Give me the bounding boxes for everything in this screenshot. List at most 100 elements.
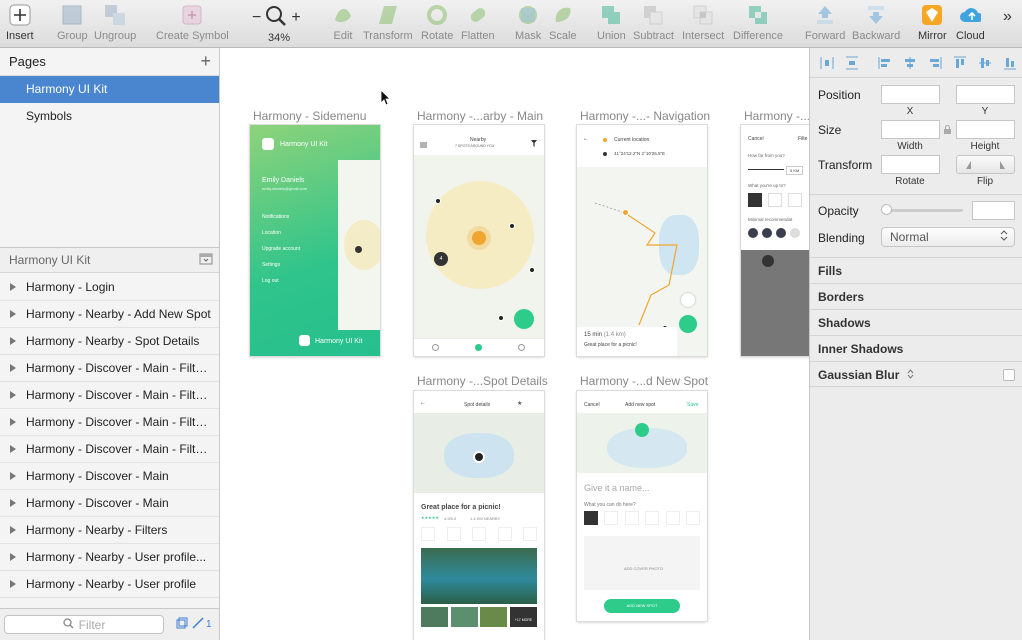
menu-item[interactable]: Upgrade account bbox=[262, 246, 300, 252]
artboard-title[interactable]: Harmony -...arby - Main bbox=[417, 109, 543, 123]
disclosure-triangle-icon[interactable] bbox=[0, 553, 26, 561]
cloud-button[interactable]: Cloud bbox=[956, 4, 985, 46]
align-bottom-icon[interactable] bbox=[999, 54, 1021, 72]
run-icon[interactable] bbox=[645, 511, 660, 525]
align-left-icon[interactable] bbox=[874, 54, 896, 72]
disclosure-triangle-icon[interactable] bbox=[0, 418, 26, 426]
mask-button[interactable]: Mask bbox=[515, 4, 541, 46]
bike-icon[interactable] bbox=[604, 511, 619, 525]
user-icon[interactable] bbox=[518, 344, 525, 351]
cancel-button[interactable]: Cancel bbox=[748, 136, 764, 142]
collapse-icon[interactable] bbox=[199, 253, 213, 268]
hike-icon[interactable] bbox=[624, 511, 639, 525]
flip-horizontal-icon[interactable] bbox=[966, 160, 976, 169]
x-input[interactable] bbox=[881, 85, 940, 104]
insert-button[interactable]: Insert bbox=[6, 4, 34, 46]
rating-dot[interactable] bbox=[748, 228, 758, 238]
layer-item[interactable]: Harmony - Discover - Main - Filte... bbox=[0, 382, 219, 409]
back-arrow-icon[interactable]: ← bbox=[420, 400, 426, 406]
slice-icon[interactable] bbox=[192, 617, 204, 632]
transform-button[interactable]: Transform bbox=[363, 4, 413, 46]
align-right-icon[interactable] bbox=[924, 54, 946, 72]
layer-item[interactable]: Harmony - Login bbox=[0, 274, 219, 301]
disclosure-triangle-icon[interactable] bbox=[0, 283, 26, 291]
distribute-vertical-icon[interactable] bbox=[841, 54, 863, 72]
artboard-title[interactable]: Harmony -... bbox=[744, 109, 809, 123]
disclosure-triangle-icon[interactable] bbox=[0, 364, 26, 372]
layer-item[interactable]: Harmony - Discover - Main bbox=[0, 463, 219, 490]
shadows-section[interactable]: Shadows bbox=[810, 309, 1022, 335]
page-item-harmony-ui-kit[interactable]: Harmony UI Kit bbox=[0, 76, 219, 103]
thumbnail-photo[interactable] bbox=[451, 607, 478, 627]
layer-item[interactable]: Harmony - Discover - Main bbox=[0, 490, 219, 517]
disclosure-triangle-icon[interactable] bbox=[0, 499, 26, 507]
create-symbol-button[interactable]: Create Symbol bbox=[156, 4, 229, 46]
flip-control[interactable] bbox=[956, 155, 1015, 174]
map-marker[interactable] bbox=[435, 198, 441, 204]
nearby-tab-icon[interactable] bbox=[475, 344, 482, 351]
borders-section[interactable]: Borders bbox=[810, 283, 1022, 309]
filter-input[interactable]: Filter bbox=[4, 615, 164, 634]
zoom-out-button[interactable]: − bbox=[252, 9, 261, 27]
artboard-navigation[interactable]: ← Current location 41°24'12.2"N 2°10'26.… bbox=[577, 125, 707, 356]
filter-icon[interactable] bbox=[531, 136, 537, 150]
spot-name-input[interactable]: Give it a name... bbox=[584, 483, 650, 493]
map-marker[interactable] bbox=[509, 223, 515, 229]
fab-location-icon[interactable] bbox=[514, 309, 534, 329]
activity-chip[interactable] bbox=[788, 193, 802, 207]
menu-item[interactable]: Settings bbox=[262, 262, 280, 268]
blending-select[interactable]: Normal bbox=[881, 227, 1015, 247]
compass-icon[interactable] bbox=[432, 344, 439, 351]
align-center-icon[interactable] bbox=[899, 54, 921, 72]
distribute-horizontal-icon[interactable] bbox=[816, 54, 838, 72]
car-icon[interactable] bbox=[665, 511, 680, 525]
disclosure-triangle-icon[interactable] bbox=[0, 337, 26, 345]
add-new-spot-button[interactable]: ADD NEW SPOT bbox=[604, 599, 680, 613]
align-top-icon[interactable] bbox=[949, 54, 971, 72]
layer-item[interactable]: Harmony - Nearby - User profile... bbox=[0, 544, 219, 571]
artboard-filters[interactable]: Cancel Filte How far from you? 5 KM What… bbox=[741, 125, 809, 356]
artboard-title[interactable]: Harmony -...d New Spot bbox=[580, 374, 708, 388]
artboard-nearby-main[interactable]: Nearby 7 SPOTS AROUND YOU 4 bbox=[414, 125, 544, 356]
zoom-in-button[interactable]: + bbox=[291, 9, 300, 27]
disclosure-triangle-icon[interactable] bbox=[0, 580, 26, 588]
activity-chip[interactable] bbox=[748, 193, 762, 207]
cover-photo[interactable] bbox=[421, 548, 537, 604]
rating-dot[interactable] bbox=[762, 228, 772, 238]
ungroup-button[interactable]: Ungroup bbox=[94, 4, 136, 46]
disclosure-triangle-icon[interactable] bbox=[0, 310, 26, 318]
flip-vertical-icon[interactable] bbox=[995, 160, 1005, 169]
camp-icon[interactable] bbox=[685, 511, 700, 525]
fills-section[interactable]: Fills bbox=[810, 257, 1022, 283]
bag-icon[interactable] bbox=[584, 511, 598, 525]
updown-chevron-icon[interactable] bbox=[907, 368, 914, 382]
artboard-sidemenu[interactable]: Harmony UI Kit Emily Daniels emily.danie… bbox=[250, 125, 380, 356]
menu-item[interactable]: Log out bbox=[262, 278, 279, 284]
thumbnail-photo[interactable] bbox=[421, 607, 448, 627]
layer-item[interactable]: Harmony - Nearby - Filters bbox=[0, 517, 219, 544]
layer-item[interactable]: Harmony - Nearby - Add New Spot bbox=[0, 301, 219, 328]
disclosure-triangle-icon[interactable] bbox=[0, 445, 26, 453]
page-item-symbols[interactable]: Symbols bbox=[0, 103, 219, 130]
inner-shadows-section[interactable]: Inner Shadows bbox=[810, 335, 1022, 361]
distance-slider[interactable] bbox=[748, 169, 784, 170]
layer-item[interactable]: Harmony - Nearby - User profile bbox=[0, 571, 219, 598]
lock-icon[interactable] bbox=[943, 124, 952, 138]
edit-button[interactable]: Edit bbox=[332, 4, 354, 46]
disclosure-triangle-icon[interactable] bbox=[0, 391, 26, 399]
scale-button[interactable]: Scale bbox=[549, 4, 577, 46]
subtract-button[interactable]: Subtract bbox=[633, 4, 674, 46]
artboard-spot-details[interactable]: ← Spot details ★ Great place for a picni… bbox=[414, 391, 544, 640]
add-page-button[interactable]: + bbox=[200, 51, 211, 72]
rotate-input[interactable] bbox=[881, 155, 940, 174]
save-button[interactable]: Save bbox=[687, 402, 698, 408]
opacity-input[interactable] bbox=[972, 201, 1015, 220]
rating-dot[interactable] bbox=[790, 228, 800, 238]
width-input[interactable] bbox=[881, 120, 940, 139]
canvas[interactable]: Harmony - Sidemenu Harmony -...arby - Ma… bbox=[220, 48, 809, 640]
cancel-button[interactable]: Cancel bbox=[584, 402, 600, 408]
opacity-slider[interactable] bbox=[883, 209, 963, 212]
height-input[interactable] bbox=[956, 120, 1015, 139]
artboard-title[interactable]: Harmony - Sidemenu bbox=[253, 109, 366, 123]
menu-item[interactable]: Notifications bbox=[262, 214, 289, 220]
